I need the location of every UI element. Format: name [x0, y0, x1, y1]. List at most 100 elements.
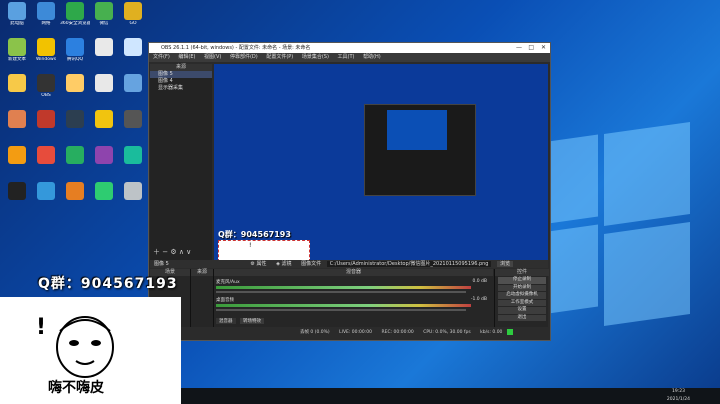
stop-recording-button[interactable]: 停止录制: [498, 277, 546, 284]
live-time: LIVE: 00:00:00: [339, 330, 373, 335]
menu-profile[interactable]: 配置文件(P): [266, 54, 293, 60]
desktop-icon[interactable]: 腾讯QQ: [60, 38, 90, 62]
minimize-button[interactable]: —: [516, 43, 522, 53]
sources-dock: 来源: [191, 269, 214, 327]
volume-slider[interactable]: [216, 309, 466, 311]
desktop-icon[interactable]: GO: [118, 2, 148, 26]
dropped-frames: 丢帧 0 (0.0%): [300, 330, 330, 335]
mixer-dock-header: 混音器: [214, 269, 493, 276]
controls-dock: 控件 停止录制 开始录制 启动虚拟摄像机 工作室模式 设置 退出: [494, 269, 549, 327]
desktop-icon[interactable]: [31, 182, 61, 201]
obs-titlebar[interactable]: OBS 26.1.1 (64-bit, windows) - 配置文件: 未命名…: [149, 43, 550, 53]
desktop-icon[interactable]: [31, 146, 61, 165]
desktop-icon[interactable]: Windows: [31, 38, 61, 62]
image-file-label: 图像文件: [301, 261, 322, 267]
desktop-icon[interactable]: 此电脑: [2, 2, 32, 26]
menu-view[interactable]: 视图(V): [204, 54, 221, 60]
desktop-icon[interactable]: [60, 182, 90, 201]
tab-mixer[interactable]: 混音器: [216, 318, 236, 324]
app-icon: [37, 74, 55, 92]
filters-button[interactable]: ◈ 滤镜: [276, 261, 291, 267]
app-icon: [8, 38, 26, 56]
preview-canvas[interactable]: ! Q群：904567193: [214, 64, 548, 260]
desktop-icon[interactable]: [118, 182, 148, 201]
sources-panel-header: 来源: [150, 64, 212, 71]
desktop-icon[interactable]: [118, 110, 148, 129]
close-button[interactable]: ✕: [541, 43, 546, 53]
desktop-icon[interactable]: [89, 74, 119, 93]
bottom-docks: 场景 来源 混音器 麦克风/Aux 0.0 dB 桌面音频 -1.0 dB 混音…: [150, 269, 549, 327]
desktop-icon[interactable]: [31, 110, 61, 129]
source-item[interactable]: 图像 5: [150, 71, 212, 78]
source-item[interactable]: 图像 4: [150, 78, 212, 85]
desktop-icon[interactable]: 网络: [31, 2, 61, 26]
app-icon: [66, 74, 84, 92]
app-icon: [37, 182, 55, 200]
obs-window[interactable]: OBS 26.1.1 (64-bit, windows) - 配置文件: 未命名…: [148, 42, 551, 341]
studio-mode-button[interactable]: 工作室模式: [498, 299, 546, 306]
app-icon: [124, 146, 142, 164]
sources-panel: 来源 图像 5 图像 4 显示器采集 ＋ − ⚙ ∧ ∨: [150, 64, 212, 260]
menu-scene-collection[interactable]: 场景集合(S): [302, 54, 329, 60]
properties-button[interactable]: ⚙ 属性: [250, 261, 266, 267]
add-source-button[interactable]: ＋ − ⚙ ∧ ∨: [153, 247, 191, 257]
menu-help[interactable]: 帮助(H): [363, 54, 381, 60]
desktop-icon[interactable]: [60, 110, 90, 129]
desktop-icon[interactable]: [118, 146, 148, 165]
desktop-icon[interactable]: [89, 182, 119, 201]
exit-button[interactable]: 退出: [498, 314, 546, 321]
desktop-icon[interactable]: [60, 146, 90, 165]
mixer-track-label: 麦克风/Aux: [216, 280, 240, 285]
desktop-icon[interactable]: [89, 110, 119, 129]
meme-caption: 嗨不嗨皮: [48, 380, 104, 396]
menu-edit[interactable]: 编辑(E): [178, 54, 195, 60]
app-icon: [124, 182, 142, 200]
tab-transition[interactable]: 转场特效: [240, 318, 264, 324]
app-icon: [37, 110, 55, 128]
app-icon: [8, 182, 26, 200]
app-icon: [124, 110, 142, 128]
app-icon: [8, 146, 26, 164]
desktop-icon[interactable]: 360安全浏览器: [60, 2, 90, 26]
meme-face-icon: [56, 316, 114, 378]
desktop-icon[interactable]: [89, 146, 119, 165]
source-item[interactable]: 显示器采集: [150, 85, 212, 92]
preview-meme-image[interactable]: !: [218, 240, 310, 260]
virtual-camera-button[interactable]: 启动虚拟摄像机: [498, 292, 546, 299]
obs-menubar: 文件(F) 编辑(E) 视图(V) 停靠部件(D) 配置文件(P) 场景集合(S…: [149, 53, 550, 62]
app-icon: [124, 74, 142, 92]
desktop-icon-label: 360安全浏览器: [60, 21, 90, 26]
app-icon: [95, 74, 113, 92]
desktop-icon[interactable]: [2, 182, 32, 201]
desktop-icon[interactable]: OBS: [31, 74, 61, 98]
clock-date: 2021/1/24: [666, 397, 690, 402]
settings-button[interactable]: 设置: [498, 307, 546, 314]
browse-button[interactable]: 浏览: [497, 261, 514, 267]
sources-dock-header: 来源: [191, 269, 213, 276]
menu-file[interactable]: 文件(F): [153, 54, 170, 60]
desktop-icon[interactable]: [118, 38, 148, 57]
app-icon: [66, 182, 84, 200]
desktop-icon[interactable]: [89, 38, 119, 57]
app-icon: [66, 2, 84, 20]
maximize-button[interactable]: □: [528, 43, 534, 53]
clock[interactable]: 19:23 2021/1/24: [667, 388, 690, 404]
desktop-icon[interactable]: 微信: [89, 2, 119, 26]
app-icon: [66, 38, 84, 56]
desktop-icon[interactable]: [2, 146, 32, 165]
rec-time: REC: 00:00:00: [381, 330, 414, 335]
desktop-icon[interactable]: [2, 74, 32, 93]
desktop-icon[interactable]: 新建文本: [2, 38, 32, 62]
desktop-icon[interactable]: [60, 74, 90, 93]
desktop-icon[interactable]: [118, 74, 148, 93]
menu-docks[interactable]: 停靠部件(D): [230, 54, 258, 60]
image-path-field[interactable]: C:/Users/Administrator/Desktop/微信图片_2021…: [326, 261, 492, 267]
meme-overlay: ! 嗨不嗨皮: [0, 297, 181, 404]
app-icon: [37, 146, 55, 164]
volume-slider[interactable]: [216, 291, 466, 293]
desktop-icon[interactable]: [2, 110, 32, 129]
controls-dock-header: 控件: [495, 269, 549, 276]
app-icon: [95, 146, 113, 164]
menu-tools[interactable]: 工具(T): [338, 54, 355, 60]
start-recording-button[interactable]: 开始录制: [498, 284, 546, 291]
